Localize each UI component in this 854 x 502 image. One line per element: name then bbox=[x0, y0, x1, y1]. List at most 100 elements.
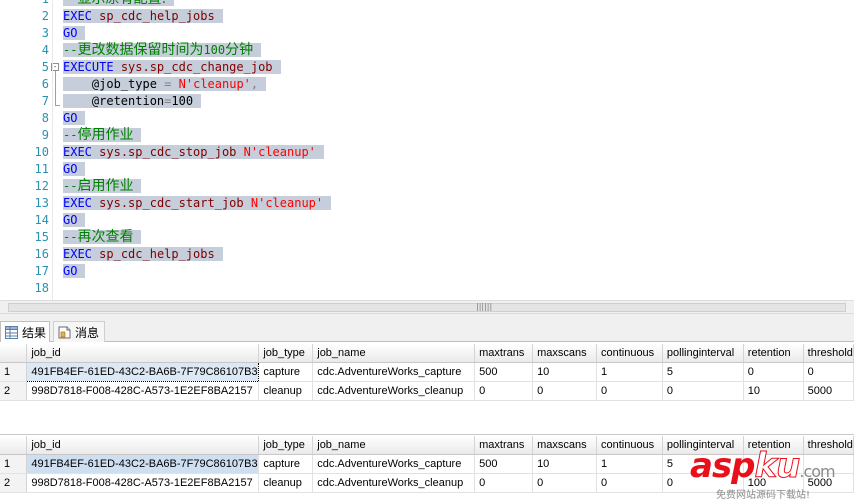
grid-cell-job_id[interactable]: 491FB4EF-61ED-43C2-BA6B-7F79C86107B3 bbox=[26, 362, 260, 382]
grid-cell-job_type[interactable]: capture bbox=[258, 362, 314, 382]
code-line[interactable]: GO bbox=[63, 212, 86, 229]
row-number[interactable]: 2 bbox=[0, 473, 28, 493]
column-header-maxtrans[interactable]: maxtrans bbox=[474, 344, 534, 363]
grid-cell-retention[interactable]: 10 bbox=[743, 381, 804, 401]
query-editor[interactable]: 123456789101112131415161718 - --显示原有配置:E… bbox=[0, 0, 854, 300]
code-line[interactable]: --停用作业 bbox=[63, 127, 142, 144]
tab-results-label: 结果 bbox=[22, 325, 47, 340]
column-header-job_type[interactable]: job_type bbox=[258, 344, 314, 363]
grid-cell-pollinginterval[interactable]: 5 bbox=[662, 362, 744, 382]
code-line[interactable]: --显示原有配置: bbox=[63, 0, 175, 8]
column-header-maxtrans[interactable]: maxtrans bbox=[474, 436, 534, 455]
grid-cell-job_id[interactable]: 998D7818-F008-428C-A573-1E2EF8BA2157 bbox=[26, 381, 260, 401]
grid-cell-threshold[interactable]: 5000 bbox=[803, 381, 854, 401]
scrollbar-thumb[interactable] bbox=[8, 303, 846, 312]
code-line-text: --更改数据保留时间为100分钟 bbox=[63, 42, 262, 58]
code-line-text: GO bbox=[63, 26, 86, 40]
line-number: 8 bbox=[41, 111, 49, 125]
code-line[interactable]: EXEC sys.sp_cdc_stop_job N'cleanup' bbox=[63, 144, 324, 161]
line-number: 16 bbox=[34, 247, 49, 261]
line-number: 15 bbox=[34, 230, 49, 244]
watermark-com: .com bbox=[799, 462, 835, 481]
table-row[interactable]: 1 491FB4EF-61ED-43C2-BA6B-7F79C86107B3 cap… bbox=[0, 362, 854, 382]
code-line[interactable] bbox=[63, 280, 70, 297]
grid-cell-job_name[interactable]: cdc.AdventureWorks_cleanup bbox=[312, 381, 476, 401]
grid-icon bbox=[5, 325, 18, 339]
grid-cell-continuous[interactable]: 1 bbox=[596, 362, 663, 382]
grid-cell-continuous[interactable]: 0 bbox=[596, 381, 663, 401]
column-header-maxscans[interactable]: maxscans bbox=[532, 436, 597, 455]
watermark-ku: ku bbox=[754, 446, 801, 487]
code-line[interactable]: EXEC sp_cdc_help_jobs bbox=[63, 8, 223, 25]
code-line[interactable]: EXEC sys.sp_cdc_start_job N'cleanup' bbox=[63, 195, 332, 212]
line-number: 12 bbox=[34, 179, 49, 193]
column-header-continuous[interactable]: continuous bbox=[596, 436, 663, 455]
line-number: 5 bbox=[41, 60, 49, 74]
row-number[interactable]: 2 bbox=[0, 381, 28, 401]
grid-cell-continuous[interactable]: 0 bbox=[596, 473, 663, 493]
code-line[interactable]: --再次查看 bbox=[63, 229, 142, 246]
horizontal-scrollbar[interactable]: |||||| bbox=[0, 300, 854, 314]
grid-cell-job_name[interactable]: cdc.AdventureWorks_capture bbox=[312, 362, 476, 382]
tab-results[interactable]: 结果 bbox=[0, 321, 50, 342]
grid-cell-job_name[interactable]: cdc.AdventureWorks_cleanup bbox=[312, 473, 476, 493]
code-line[interactable]: --启用作业 bbox=[63, 178, 142, 195]
code-line[interactable]: GO bbox=[63, 263, 86, 280]
row-number[interactable]: 1 bbox=[0, 454, 28, 474]
table-row[interactable]: 2 998D7818-F008-428C-A573-1E2EF8BA2157 cle… bbox=[0, 381, 854, 401]
results-grid-1[interactable]: job_id job_type job_name maxtrans maxscans co… bbox=[0, 344, 854, 401]
grid-cell-maxscans[interactable]: 10 bbox=[532, 362, 597, 382]
code-line-text: EXECUTE sys.sp_cdc_change_job bbox=[63, 60, 281, 74]
row-number[interactable]: 1 bbox=[0, 362, 28, 382]
grid-cell-job_type[interactable]: cleanup bbox=[258, 381, 314, 401]
line-number: 11 bbox=[34, 162, 49, 176]
grid-cell-threshold[interactable]: 0 bbox=[803, 362, 854, 382]
grid-cell-job_id[interactable]: 491FB4EF-61ED-43C2-BA6B-7F79C86107B3 bbox=[26, 454, 260, 474]
code-line[interactable]: EXECUTE sys.sp_cdc_change_job bbox=[63, 59, 281, 76]
grid-cell-maxscans[interactable]: 0 bbox=[532, 381, 597, 401]
grid-cell-maxtrans[interactable]: 0 bbox=[474, 473, 534, 493]
code-line[interactable]: --更改数据保留时间为100分钟 bbox=[63, 42, 262, 59]
column-header-job_id[interactable]: job_id bbox=[26, 436, 260, 455]
column-header-retention[interactable]: retention bbox=[743, 344, 804, 363]
grid-cell-continuous[interactable]: 1 bbox=[596, 454, 663, 474]
code-line-text: EXEC sys.sp_cdc_stop_job N'cleanup' bbox=[63, 145, 324, 159]
grid-cell-maxtrans[interactable]: 0 bbox=[474, 381, 534, 401]
result-set-separator bbox=[0, 405, 854, 435]
grid-cell-job_name[interactable]: cdc.AdventureWorks_capture bbox=[312, 454, 476, 474]
code-line[interactable]: EXEC sp_cdc_help_jobs bbox=[63, 246, 223, 263]
code-line[interactable]: @retention=100 bbox=[63, 93, 202, 110]
code-line-text: EXEC sp_cdc_help_jobs bbox=[63, 247, 223, 261]
grid-cell-job_id[interactable]: 998D7818-F008-428C-A573-1E2EF8BA2157 bbox=[26, 473, 260, 493]
grid-cell-maxscans[interactable]: 0 bbox=[532, 473, 597, 493]
line-number: 4 bbox=[41, 43, 49, 57]
line-number-gutter: 123456789101112131415161718 bbox=[0, 0, 52, 300]
column-header-job_name[interactable]: job_name bbox=[312, 436, 476, 455]
grid-cell-job_type[interactable]: capture bbox=[258, 454, 314, 474]
column-header-job_type[interactable]: job_type bbox=[258, 436, 314, 455]
grid-cell-job_type[interactable]: cleanup bbox=[258, 473, 314, 493]
grid-cell-maxtrans[interactable]: 500 bbox=[474, 362, 534, 382]
grid-corner[interactable] bbox=[0, 436, 28, 455]
column-header-continuous[interactable]: continuous bbox=[596, 344, 663, 363]
column-header-job_name[interactable]: job_name bbox=[312, 344, 476, 363]
splitter-grip-icon[interactable]: |||||| bbox=[476, 303, 492, 311]
column-header-threshold[interactable]: threshold bbox=[803, 344, 854, 363]
code-line-text: @retention=100 bbox=[63, 94, 202, 108]
code-area[interactable]: --显示原有配置: EXEC sp_cdc_help_jobs GO --更改数据保留… bbox=[55, 0, 854, 300]
grid-corner[interactable] bbox=[0, 344, 28, 363]
tab-messages[interactable]: 消息 bbox=[53, 321, 105, 342]
grid-cell-maxtrans[interactable]: 500 bbox=[474, 454, 534, 474]
column-header-maxscans[interactable]: maxscans bbox=[532, 344, 597, 363]
grid-cell-retention[interactable]: 0 bbox=[743, 362, 804, 382]
code-line[interactable]: GO bbox=[63, 161, 86, 178]
code-line[interactable]: @job_type = N'cleanup', bbox=[63, 76, 267, 93]
code-line[interactable]: GO bbox=[63, 110, 86, 127]
code-line-text: GO bbox=[63, 162, 86, 176]
grid-cell-pollinginterval[interactable]: 0 bbox=[662, 381, 744, 401]
grid-cell-maxscans[interactable]: 10 bbox=[532, 454, 597, 474]
column-header-pollinginterval[interactable]: pollinginterval bbox=[662, 344, 744, 363]
code-line[interactable]: GO bbox=[63, 25, 86, 42]
column-header-job_id[interactable]: job_id bbox=[26, 344, 260, 363]
watermark-asp: asp bbox=[690, 446, 756, 486]
